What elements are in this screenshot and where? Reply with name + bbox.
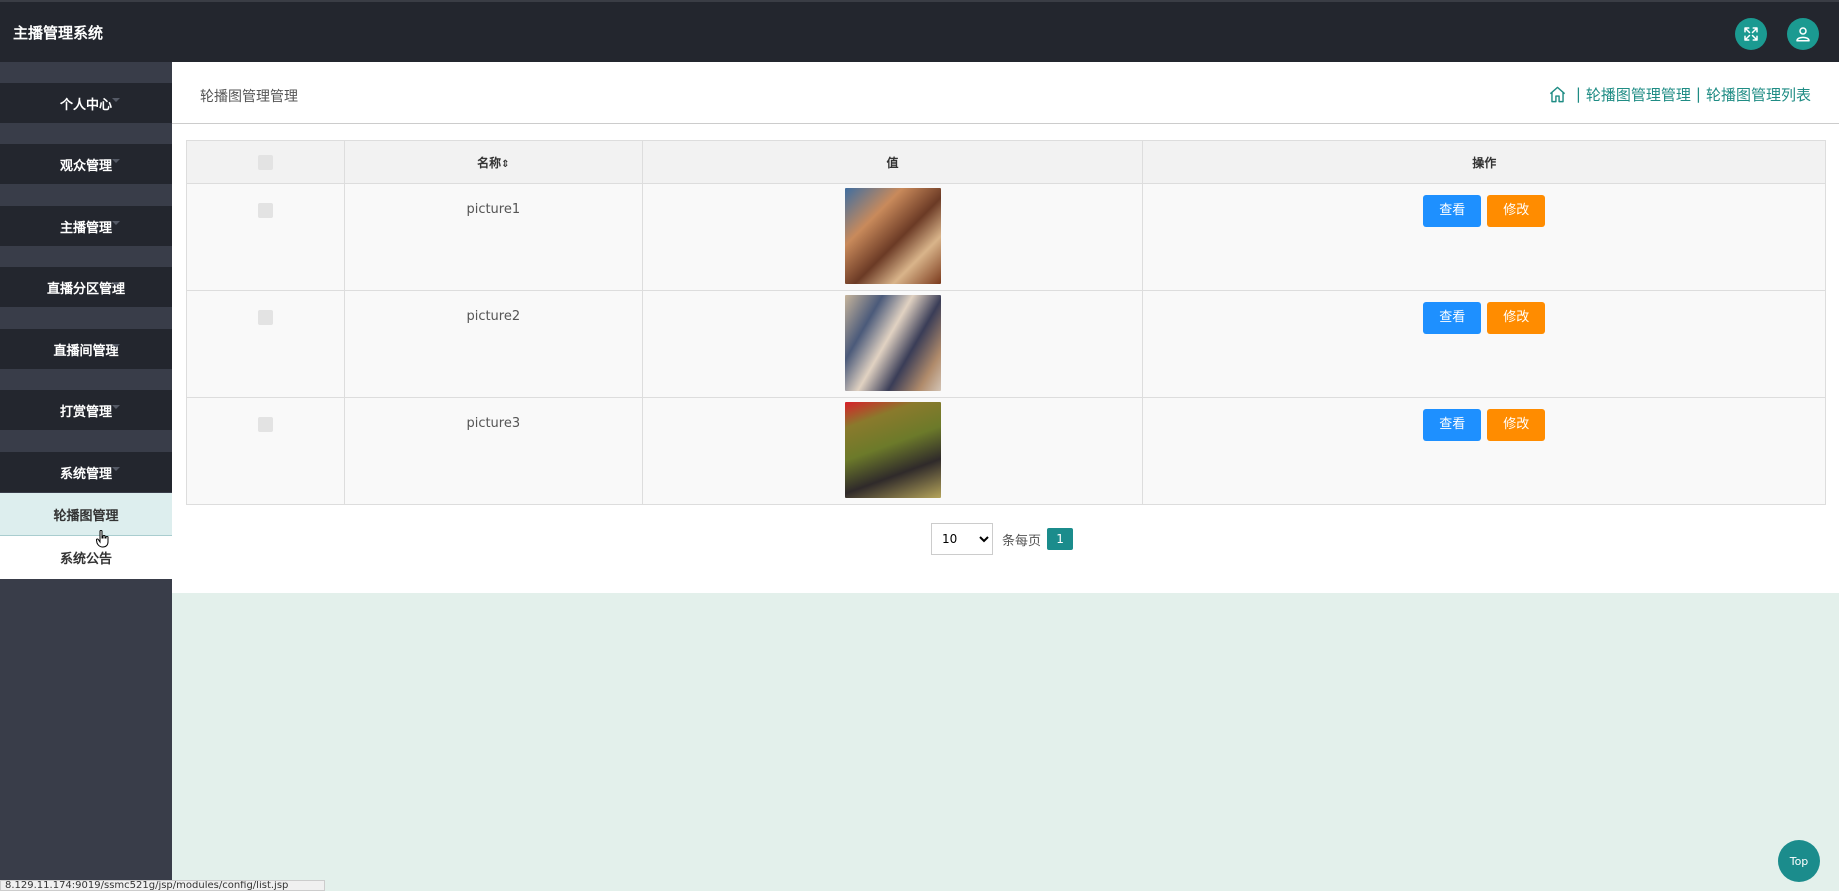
carousel-thumbnail[interactable] xyxy=(844,402,941,498)
submenu-item-label: 系统公告 xyxy=(59,552,112,567)
home-icon[interactable] xyxy=(1548,85,1567,104)
carousel-table: 名称⇕ 值 操作 picture1 查看 修改 picture2 查看 修改 p… xyxy=(186,140,1826,505)
sort-icon: ⇕ xyxy=(501,158,510,170)
sidebar-item-rooms[interactable]: 直播间管理 xyxy=(0,329,172,369)
page-size-select[interactable]: 10 xyxy=(931,523,993,555)
user-menu-button[interactable] xyxy=(1787,18,1819,50)
actions-cell: 查看 修改 xyxy=(1142,183,1826,291)
sidebar-item-streamers[interactable]: 主播管理 xyxy=(0,206,172,246)
column-header-value: 值 xyxy=(641,140,1144,184)
breadcrumb-link-carousel-mgmt[interactable]: 轮播图管理管理 xyxy=(1586,84,1691,105)
edit-button[interactable]: 修改 xyxy=(1487,195,1546,227)
sidebar-item-label: 直播分区管理 xyxy=(46,281,125,297)
pagination: 10 条每页 1 xyxy=(931,523,1074,555)
value-cell xyxy=(641,397,1144,505)
sidebar-item-label: 个人中心 xyxy=(59,97,112,113)
per-page-label: 条每页 xyxy=(1002,533,1042,549)
chevron-down-icon xyxy=(112,282,120,286)
table-row: picture2 查看 修改 xyxy=(186,290,1826,398)
system-submenu: 轮播图管理 系统公告 xyxy=(0,493,172,579)
name-cell: picture2 xyxy=(343,290,643,398)
divider xyxy=(172,123,1839,124)
app-title: 主播管理系统 xyxy=(13,24,104,42)
back-to-top-button[interactable]: Top xyxy=(1778,840,1820,882)
sidebar: 个人中心 观众管理 主播管理 直播分区管理 直播间管理 打赏管理 系统管理 xyxy=(0,62,172,891)
top-header: 主播管理系统 xyxy=(0,0,1839,62)
page-title: 轮播图管理管理 xyxy=(200,89,298,105)
header-checkbox-cell xyxy=(186,140,345,184)
sidebar-item-personal-center[interactable]: 个人中心 xyxy=(0,83,172,123)
chevron-down-icon xyxy=(112,467,120,471)
name-cell: picture1 xyxy=(343,183,643,291)
submenu-item-notices[interactable]: 系统公告 xyxy=(0,536,172,579)
breadcrumb-link-carousel-list[interactable]: 轮播图管理列表 xyxy=(1706,84,1811,105)
chevron-down-icon xyxy=(112,344,120,348)
row-checkbox[interactable] xyxy=(257,310,273,325)
hand-cursor-icon xyxy=(96,530,109,548)
page-number-button[interactable]: 1 xyxy=(1047,528,1074,550)
chevron-down-icon xyxy=(112,98,120,102)
value-cell xyxy=(641,183,1144,291)
fullscreen-button[interactable] xyxy=(1735,18,1767,50)
content-panel: 轮播图管理管理 | 轮播图管理管理 | 轮播图管理列表 名称⇕ 值 操作 pic… xyxy=(172,62,1839,593)
select-all-checkbox[interactable] xyxy=(257,154,273,170)
edit-button[interactable]: 修改 xyxy=(1487,302,1546,334)
sidebar-item-label: 观众管理 xyxy=(59,158,112,174)
submenu-item-label: 轮播图管理 xyxy=(53,508,119,524)
sidebar-item-categories[interactable]: 直播分区管理 xyxy=(0,267,172,307)
chevron-down-icon xyxy=(112,159,120,163)
carousel-thumbnail[interactable] xyxy=(844,188,941,284)
sidebar-item-label: 打赏管理 xyxy=(59,404,112,420)
expand-icon xyxy=(1744,27,1758,41)
actions-cell: 查看 修改 xyxy=(1142,290,1826,398)
row-checkbox[interactable] xyxy=(257,203,273,218)
status-bar-url: 8.129.11.174:9019/ssmc521g/jsp/modules/c… xyxy=(0,880,325,891)
table-row: picture1 查看 修改 xyxy=(186,183,1826,291)
edit-button[interactable]: 修改 xyxy=(1487,409,1546,441)
carousel-thumbnail[interactable] xyxy=(844,295,941,391)
table-header-row: 名称⇕ 值 操作 xyxy=(186,140,1826,184)
row-checkbox-cell xyxy=(186,183,345,291)
sidebar-item-system[interactable]: 系统管理 xyxy=(0,452,172,492)
sidebar-item-label: 系统管理 xyxy=(59,466,112,482)
row-checkbox[interactable] xyxy=(257,417,273,432)
name-cell: picture3 xyxy=(343,397,643,505)
column-header-name[interactable]: 名称⇕ xyxy=(343,140,643,184)
chevron-down-icon xyxy=(112,221,120,225)
submenu-item-carousel[interactable]: 轮播图管理 xyxy=(0,493,172,536)
sidebar-item-label: 主播管理 xyxy=(59,220,112,236)
sidebar-item-tips[interactable]: 打赏管理 xyxy=(0,390,172,430)
user-icon xyxy=(1796,27,1810,42)
view-button[interactable]: 查看 xyxy=(1423,409,1482,441)
breadcrumb-separator: | xyxy=(1575,85,1581,103)
row-checkbox-cell xyxy=(186,290,345,398)
row-checkbox-cell xyxy=(186,397,345,505)
sidebar-item-audience[interactable]: 观众管理 xyxy=(0,144,172,184)
column-header-actions: 操作 xyxy=(1142,140,1826,184)
breadcrumb: | 轮播图管理管理 | 轮播图管理列表 xyxy=(1548,83,1811,105)
chevron-down-icon xyxy=(112,405,120,409)
table-row: picture3 查看 修改 xyxy=(186,397,1826,505)
actions-cell: 查看 修改 xyxy=(1142,397,1826,505)
breadcrumb-separator: | xyxy=(1695,85,1701,103)
sidebar-item-label: 直播间管理 xyxy=(53,343,119,359)
view-button[interactable]: 查看 xyxy=(1423,195,1482,227)
value-cell xyxy=(641,290,1144,398)
view-button[interactable]: 查看 xyxy=(1423,302,1482,334)
